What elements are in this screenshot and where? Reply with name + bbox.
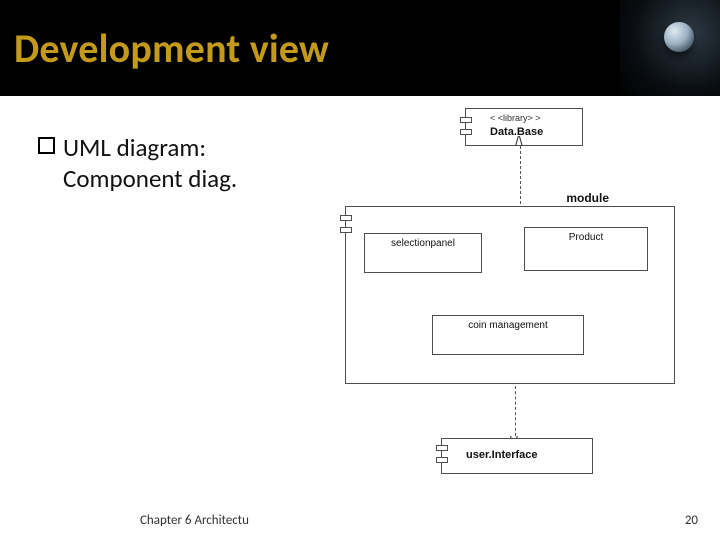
slide: Development view UML diagram: Component …: [0, 0, 720, 540]
droplet-logo: [620, 0, 720, 96]
subcomponent-selectionpanel: selectionpanel: [364, 233, 482, 273]
component-tab-icon: [436, 445, 448, 451]
component-diagram: < <library> > Data.Base /\ module select…: [345, 108, 675, 478]
subcomponent-coin-management: coin management: [432, 315, 584, 355]
title-bar: Development view: [0, 0, 720, 96]
bullet-text: UML diagram: Component diag.: [63, 132, 237, 195]
footer: Chapter 6 Architectu 20: [0, 513, 720, 528]
component-name: user.Interface: [466, 449, 538, 461]
component-module: module selectionpanel Product coin manag…: [345, 206, 675, 384]
component-tab-icon: [460, 117, 472, 123]
stereotype-label: < <library> >: [490, 113, 541, 123]
component-tab-icon: [460, 129, 472, 135]
component-name: module: [566, 191, 609, 205]
slide-title: Development view: [14, 24, 329, 73]
arrow-up-icon: /\: [515, 134, 523, 148]
component-tab-icon: [340, 215, 352, 221]
component-userinterface: user.Interface: [441, 438, 593, 474]
bullet-block: UML diagram: Component diag.: [38, 132, 318, 195]
footer-page-number: 20: [685, 513, 698, 528]
dependency-connector: /\: [520, 146, 521, 204]
subcomponent-product: Product: [524, 227, 648, 271]
hollow-square-icon: [38, 137, 55, 154]
bullet-line1: UML diagram:: [63, 132, 206, 163]
component-tab-icon: [340, 227, 352, 233]
bullet-item: UML diagram: Component diag.: [38, 132, 318, 195]
bullet-line2: Component diag.: [63, 163, 237, 194]
component-database: < <library> > Data.Base: [465, 108, 583, 146]
footer-chapter: Chapter 6 Architectu: [140, 513, 249, 528]
dependency-connector: \/: [515, 386, 516, 436]
component-tab-icon: [436, 457, 448, 463]
